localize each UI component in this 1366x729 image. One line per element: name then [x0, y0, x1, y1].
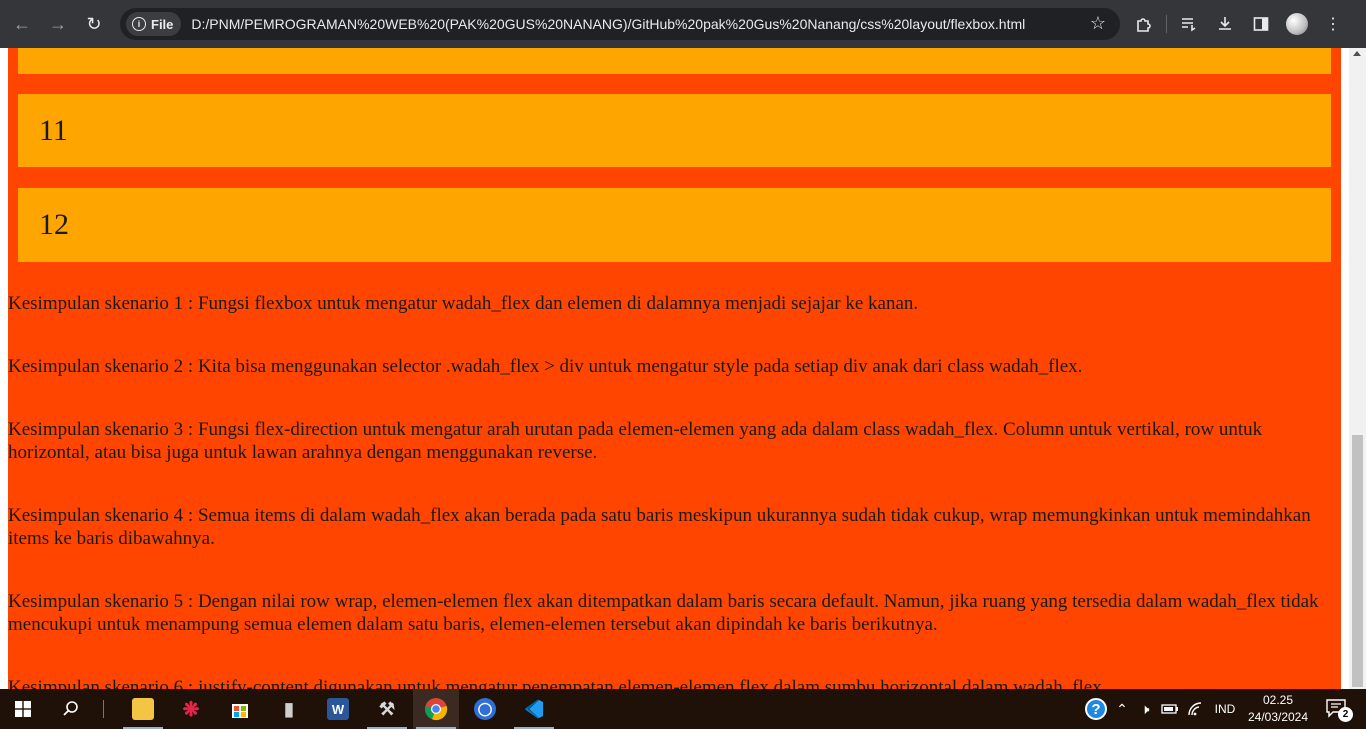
- back-arrow-icon[interactable]: ←: [6, 8, 38, 40]
- conclusion-paragraph: Kesimpulan skenario 6 : justify-content …: [8, 677, 1107, 689]
- start-button[interactable]: [0, 689, 46, 729]
- bookmark-star-icon[interactable]: ☆: [1090, 13, 1106, 34]
- folder-icon: [132, 698, 154, 720]
- search-icon: [63, 701, 78, 716]
- site-chip-label: File: [151, 16, 174, 32]
- windows-logo-icon: [15, 701, 31, 717]
- windows-taskbar: ❋ ▮ W ⚒ ◯ ? ⌃ 🕨 IND 02.25 24/03/2024 2: [0, 689, 1366, 729]
- conclusion-paragraph: Kesimpulan skenario 5 : Dengan nilai row…: [8, 591, 1319, 635]
- wifi-icon[interactable]: [1184, 689, 1206, 729]
- page-viewport: 11 12 Kesimpulan skenario 1 : Fungsi fle…: [0, 48, 1349, 689]
- download-icon[interactable]: [1211, 10, 1239, 38]
- scrollbar-thumb[interactable]: [1352, 435, 1363, 687]
- volume-icon[interactable]: 🕨: [1134, 689, 1156, 729]
- notification-count-badge: 2: [1338, 707, 1353, 722]
- clock-time: 02.25: [1262, 693, 1294, 707]
- reload-icon[interactable]: ↻: [78, 8, 110, 40]
- word-icon: W: [327, 698, 349, 720]
- clock[interactable]: 02.25 24/03/2024: [1244, 689, 1312, 729]
- chrome-icon: [425, 698, 448, 721]
- help-icon[interactable]: ?: [1084, 689, 1108, 729]
- battery-icon[interactable]: [1158, 689, 1182, 729]
- chrome-taskbar-button[interactable]: [413, 689, 459, 729]
- menu-kebab-icon[interactable]: ⋮: [1319, 10, 1347, 38]
- flex-item-10-partial: [18, 48, 1331, 74]
- toolbar-separator: [1166, 15, 1167, 33]
- extensions-puzzle-icon[interactable]: [1130, 10, 1158, 38]
- app-taskbar-button[interactable]: ◯: [462, 689, 508, 729]
- flex-item-label: 12: [39, 208, 69, 241]
- flex-item-label: 11: [39, 113, 68, 147]
- app-taskbar-button[interactable]: ⚒: [364, 689, 410, 729]
- tray-overflow-chevron-icon[interactable]: ⌃: [1112, 689, 1132, 729]
- file-explorer-taskbar-button[interactable]: [120, 689, 166, 729]
- word-taskbar-button[interactable]: W: [315, 689, 361, 729]
- reading-list-icon[interactable]: [1175, 10, 1203, 38]
- taskbar-divider: [100, 689, 106, 729]
- conclusion-paragraph: Kesimpulan skenario 1 : Fungsi flexbox u…: [8, 293, 919, 314]
- usb-app-taskbar-button[interactable]: ▮: [266, 689, 312, 729]
- usb-drive-icon: ▮: [284, 698, 294, 719]
- conclusion-paragraph: Kesimpulan skenario 2 : Kita bisa menggu…: [8, 356, 1083, 377]
- clock-date: 24/03/2024: [1247, 710, 1309, 724]
- tool-app-icon: ⚒: [378, 698, 396, 719]
- language-label: IND: [1214, 702, 1236, 716]
- vscode-icon: [525, 699, 543, 719]
- toolbar-actions: ⋮: [1130, 8, 1347, 40]
- conclusion-paragraph: Kesimpulan skenario 3 : Fungsi flex-dire…: [8, 419, 1263, 463]
- profile-avatar[interactable]: [1283, 10, 1311, 38]
- search-button[interactable]: [48, 689, 94, 729]
- flex-item: 12: [18, 188, 1331, 262]
- help-circle-icon: ?: [1085, 698, 1107, 720]
- info-icon: i: [132, 17, 146, 31]
- notification-icon: 2: [1325, 698, 1353, 722]
- address-bar[interactable]: i File D:/PNM/PEMROGRAMAN%20WEB%20(PAK%2…: [120, 8, 1120, 40]
- side-panel-icon[interactable]: [1247, 10, 1275, 38]
- network-app-icon: ❋: [182, 698, 200, 721]
- app-taskbar-button[interactable]: ❋: [168, 689, 214, 729]
- browser-toolbar: ← → ↻ i File D:/PNM/PEMROGRAMAN%20WEB%20…: [0, 0, 1366, 48]
- conclusion-paragraph: Kesimpulan skenario 4 : Semua items di d…: [8, 505, 1311, 549]
- language-indicator[interactable]: IND: [1208, 689, 1242, 729]
- vscode-taskbar-button[interactable]: [511, 689, 557, 729]
- scroll-up-arrow-icon[interactable]: [1353, 51, 1361, 56]
- forward-arrow-icon[interactable]: →: [42, 8, 74, 40]
- vertical-scrollbar[interactable]: [1349, 48, 1366, 689]
- microsoft-store-icon: [232, 704, 248, 718]
- url-text[interactable]: D:/PNM/PEMROGRAMAN%20WEB%20(PAK%20GUS%20…: [191, 16, 1025, 32]
- avatar-icon: [1286, 13, 1308, 35]
- store-taskbar-button[interactable]: [217, 689, 263, 729]
- flex-item: 11: [18, 94, 1331, 167]
- site-info-chip[interactable]: i File: [126, 12, 182, 36]
- globe-app-icon: ◯: [474, 698, 496, 720]
- notification-center-button[interactable]: 2: [1318, 689, 1358, 729]
